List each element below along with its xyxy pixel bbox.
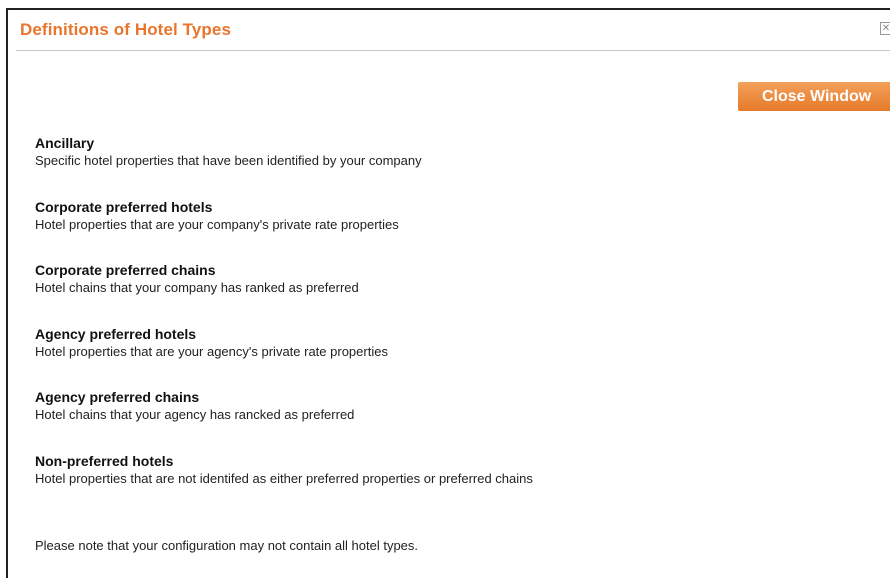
hotel-types-dialog: Definitions of Hotel Types ✕ Close Windo… bbox=[6, 8, 890, 578]
definition-item: Non-preferred hotels Hotel properties th… bbox=[35, 452, 875, 516]
definition-title: Non-preferred hotels bbox=[35, 452, 174, 469]
configuration-note: Please note that your configuration may … bbox=[35, 538, 419, 553]
definition-title: Corporate preferred chains bbox=[35, 262, 216, 278]
definition-item: Agency preferred chains Hotel chains tha… bbox=[35, 388, 875, 452]
definition-description: Hotel properties that are not identifed … bbox=[35, 470, 533, 486]
definition-title: Agency preferred hotels bbox=[35, 325, 197, 342]
dialog-title: Definitions of Hotel Types bbox=[20, 20, 232, 39]
close-x-icon[interactable]: ✕ bbox=[880, 22, 890, 35]
title-divider bbox=[16, 50, 890, 51]
definition-item: Corporate preferred hotels Hotel propert… bbox=[35, 198, 875, 262]
definition-description: Specific hotel properties that have been… bbox=[35, 153, 422, 168]
definition-item: Agency preferred hotels Hotel properties… bbox=[35, 325, 875, 389]
definition-title: Agency preferred chains bbox=[35, 389, 200, 405]
definition-description: Hotel chains that your agency has rancke… bbox=[35, 407, 355, 422]
definition-title: Corporate preferred hotels bbox=[35, 198, 213, 215]
definition-description: Hotel properties that are your agency's … bbox=[35, 343, 388, 359]
definition-description: Hotel chains that your company has ranke… bbox=[35, 280, 359, 295]
definitions-list: Ancillary Specific hotel properties that… bbox=[35, 134, 875, 515]
definition-title: Ancillary bbox=[35, 135, 95, 151]
definition-description: Hotel properties that are your company's… bbox=[35, 216, 399, 232]
definition-item: Corporate preferred chains Hotel chains … bbox=[35, 261, 875, 325]
definition-item: Ancillary Specific hotel properties that… bbox=[35, 134, 875, 198]
close-window-button[interactable]: Close Window bbox=[738, 82, 890, 111]
